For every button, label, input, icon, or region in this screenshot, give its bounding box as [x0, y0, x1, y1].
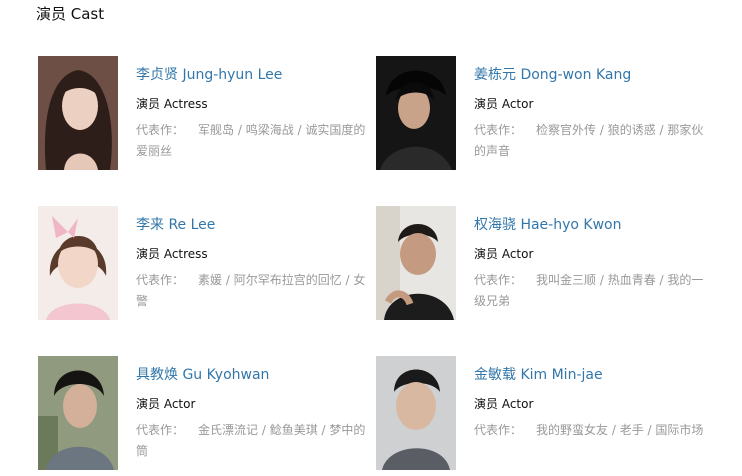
- cast-name-link[interactable]: 金敏载 Kim Min-jae: [474, 364, 603, 384]
- cast-card: 权海骁 Hae-hyo Kwon 演员 Actor 代表作： 我叫金三顺 / 热血…: [376, 206, 716, 326]
- cast-name-link[interactable]: 李贞贤 Jung-hyun Lee: [136, 64, 282, 84]
- cast-card: 姜栋元 Dong-won Kang 演员 Actor 代表作： 检察官外传 / 狼…: [376, 56, 716, 176]
- cast-card: 李贞贤 Jung-hyun Lee 演员 Actress 代表作： 军舰岛 / 鸣…: [38, 56, 378, 176]
- cast-works: 代表作： 我的野蛮女友 / 老手 / 国际市场: [474, 420, 709, 441]
- cast-photo[interactable]: [376, 206, 456, 320]
- cast-role: 演员 Actress: [136, 97, 208, 111]
- section-title: 演员 Cast: [36, 5, 105, 23]
- cast-card: 具教焕 Gu Kyohwan 演员 Actor 代表作： 金氏漂流记 / 鲶鱼美琪…: [38, 356, 378, 476]
- works-links[interactable]: 我的野蛮女友 / 老手 / 国际市场: [536, 423, 703, 437]
- cast-name-link[interactable]: 姜栋元 Dong-won Kang: [474, 64, 631, 84]
- cast-photo[interactable]: [376, 56, 456, 170]
- cast-role: 演员 Actor: [136, 397, 196, 411]
- cast-card: 李来 Re Lee 演员 Actress 代表作： 素媛 / 阿尔罕布拉宫的回忆 …: [38, 206, 378, 326]
- cast-photo[interactable]: [376, 356, 456, 470]
- cast-works: 代表作： 我叫金三顺 / 热血青春 / 我的一级兄弟: [474, 270, 709, 312]
- works-label: 代表作：: [474, 423, 523, 437]
- cast-role: 演员 Actor: [474, 397, 534, 411]
- works-label: 代表作：: [136, 273, 185, 287]
- cast-role: 演员 Actor: [474, 247, 534, 261]
- cast-photo[interactable]: [38, 56, 118, 170]
- cast-works: 代表作： 素媛 / 阿尔罕布拉宫的回忆 / 女警: [136, 270, 371, 312]
- cast-role: 演员 Actress: [136, 247, 208, 261]
- cast-name-link[interactable]: 李来 Re Lee: [136, 214, 215, 234]
- cast-photo[interactable]: [38, 356, 118, 470]
- cast-role: 演员 Actor: [474, 97, 534, 111]
- cast-name-link[interactable]: 具教焕 Gu Kyohwan: [136, 364, 269, 384]
- cast-works: 代表作： 军舰岛 / 鸣梁海战 / 诚实国度的爱丽丝: [136, 120, 371, 162]
- cast-card: 金敏载 Kim Min-jae 演员 Actor 代表作： 我的野蛮女友 / 老手…: [376, 356, 716, 476]
- cast-name-link[interactable]: 权海骁 Hae-hyo Kwon: [474, 214, 621, 234]
- works-label: 代表作：: [136, 123, 185, 137]
- cast-photo[interactable]: [38, 206, 118, 320]
- works-label: 代表作：: [474, 123, 523, 137]
- cast-works: 代表作： 金氏漂流记 / 鲶鱼美琪 / 梦中的筒: [136, 420, 371, 462]
- cast-works: 代表作： 检察官外传 / 狼的诱惑 / 那家伙的声音: [474, 120, 709, 162]
- works-label: 代表作：: [136, 423, 185, 437]
- works-label: 代表作：: [474, 273, 523, 287]
